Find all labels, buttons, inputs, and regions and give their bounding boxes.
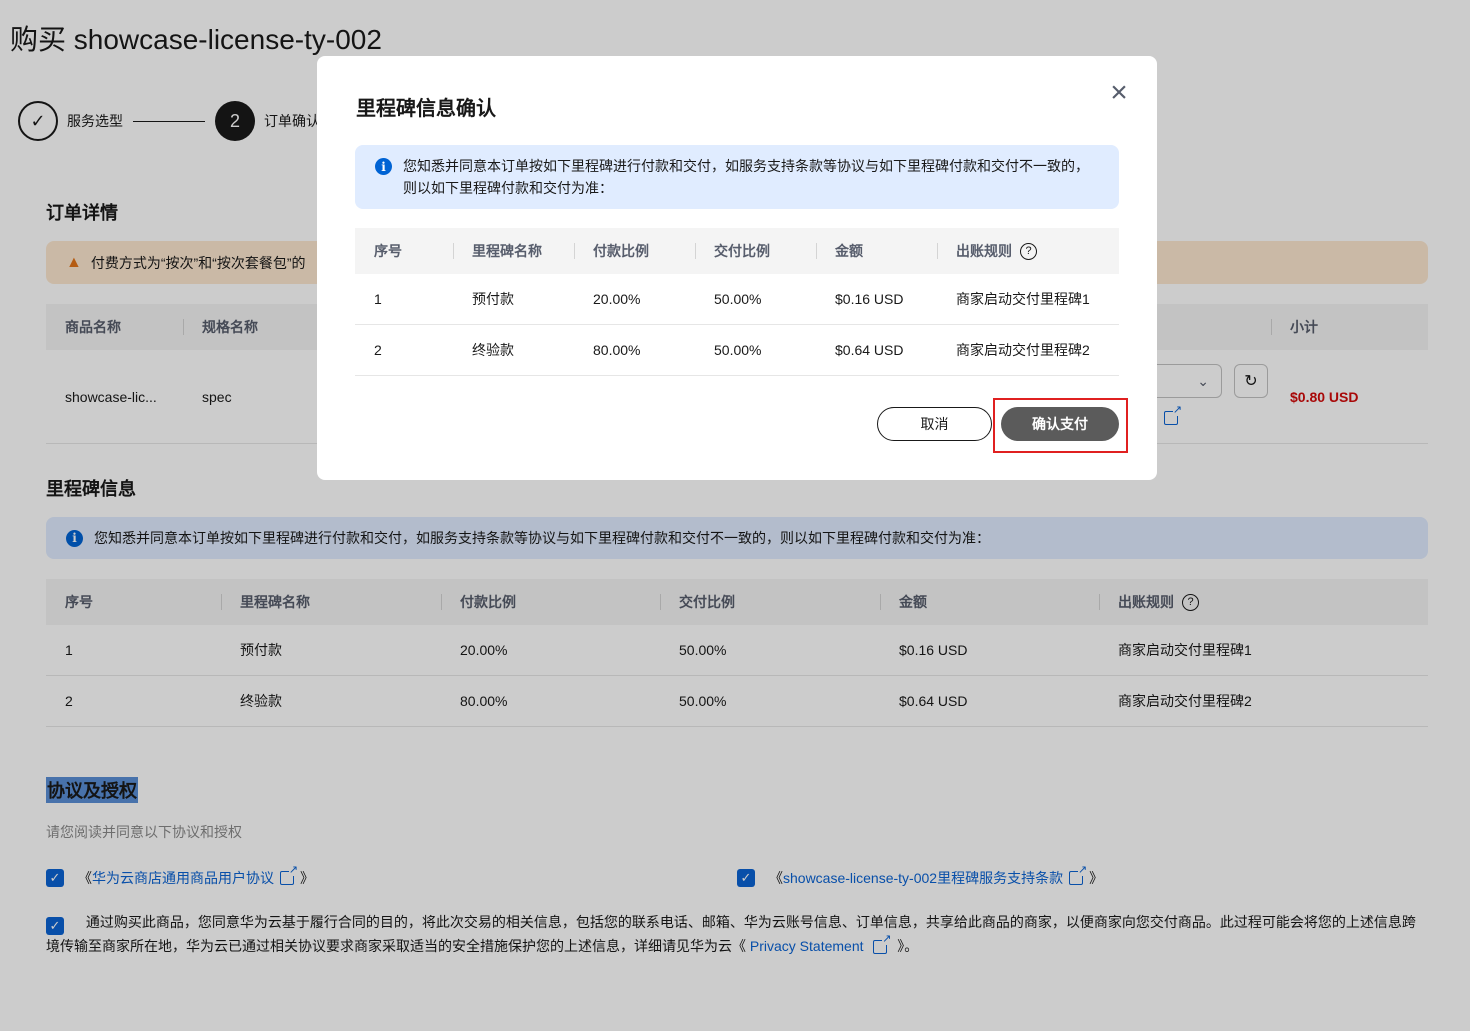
dialog-cell: 商家启动交付里程碑1: [956, 291, 1090, 307]
dialog-col-delivery: 交付比例: [695, 241, 816, 261]
dialog-cell: 2: [374, 342, 382, 358]
dialog-col-pay: 付款比例: [574, 241, 695, 261]
dialog-cell: 预付款: [472, 291, 514, 307]
dialog-col-index: 序号: [374, 243, 402, 259]
dialog-cell: 50.00%: [714, 342, 762, 358]
dialog-col-amount: 金额: [816, 241, 937, 261]
confirm-payment-button[interactable]: 确认支付: [1001, 407, 1119, 441]
dialog-cell: 商家启动交付里程碑2: [956, 342, 1090, 358]
dialog-notice: i 您知悉并同意本订单按如下里程碑进行付款和交付，如服务支持条款等协议与如下里程…: [355, 145, 1119, 209]
dialog-cell: 50.00%: [714, 291, 762, 307]
help-icon[interactable]: ?: [1020, 242, 1037, 260]
milestone-confirm-dialog: 里程碑信息确认 × i 您知悉并同意本订单按如下里程碑进行付款和交付，如服务支持…: [317, 56, 1157, 480]
table-row: 1 预付款 20.00% 50.00% $0.16 USD 商家启动交付里程碑1: [355, 274, 1119, 325]
dialog-cell: 1: [374, 291, 382, 307]
dialog-col-rule-label: 出账规则: [956, 243, 1012, 259]
dialog-cell: 20.00%: [593, 291, 641, 307]
dialog-cell: $0.16 USD: [835, 291, 904, 307]
dialog-cell: 80.00%: [593, 342, 641, 358]
info-icon: i: [375, 158, 392, 175]
dialog-milestone-table: 序号 里程碑名称 付款比例 交付比例 金额 出账规则 ? 1 预付款 20.00…: [355, 228, 1119, 376]
dialog-title: 里程碑信息确认: [356, 98, 496, 120]
dialog-col-rule: 出账规则 ?: [937, 241, 1119, 261]
close-icon[interactable]: ×: [1107, 78, 1131, 108]
dialog-col-name: 里程碑名称: [453, 241, 574, 261]
table-row: 2 终验款 80.00% 50.00% $0.64 USD 商家启动交付里程碑2: [355, 325, 1119, 376]
dialog-cell: $0.64 USD: [835, 342, 904, 358]
cancel-button[interactable]: 取消: [877, 407, 992, 441]
dialog-cell: 终验款: [472, 342, 514, 358]
dialog-table-header: 序号 里程碑名称 付款比例 交付比例 金额 出账规则 ?: [355, 228, 1119, 274]
dialog-notice-text: 您知悉并同意本订单按如下里程碑进行付款和交付，如服务支持条款等协议与如下里程碑付…: [403, 158, 1089, 196]
